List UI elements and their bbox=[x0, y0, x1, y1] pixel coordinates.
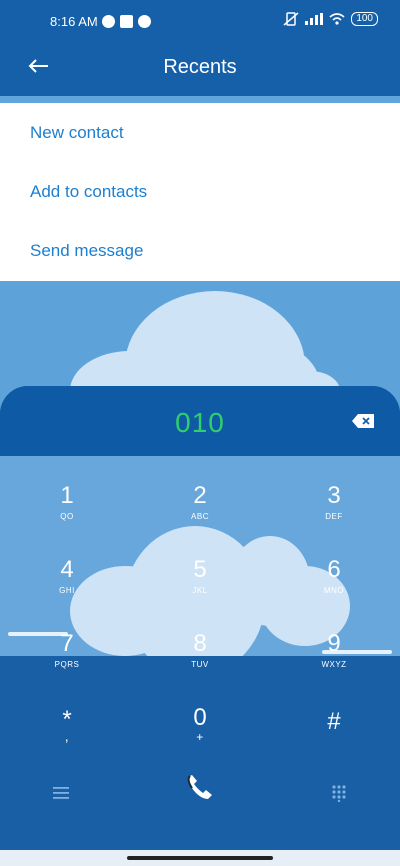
dialpad-icon[interactable] bbox=[331, 784, 347, 802]
key-digit: 2 bbox=[193, 482, 207, 509]
key-3[interactable]: 3 DEF bbox=[294, 482, 374, 521]
key-digit: 0 bbox=[193, 704, 207, 731]
key-letters: , bbox=[64, 728, 70, 744]
menu-icon[interactable] bbox=[53, 786, 69, 800]
key-digit: 6 bbox=[327, 556, 341, 583]
key-letters: DEF bbox=[325, 512, 343, 521]
header: Recents bbox=[0, 44, 400, 92]
key-hash[interactable]: # bbox=[294, 708, 374, 738]
dialed-number: 010 bbox=[175, 407, 225, 438]
key-9[interactable]: 9 WXYZ bbox=[294, 630, 374, 669]
key-letters: PQRS bbox=[54, 660, 80, 669]
status-bar: 8:16 AM 100 bbox=[0, 0, 400, 44]
key-6[interactable]: 6 MNO bbox=[294, 556, 374, 595]
key-digit: 1 bbox=[60, 482, 74, 509]
key-2[interactable]: 2 ABC bbox=[160, 482, 240, 521]
key-8[interactable]: 8 TUV bbox=[160, 630, 240, 669]
key-letters: + bbox=[196, 730, 204, 744]
key-digit: 3 bbox=[327, 482, 341, 509]
key-7[interactable]: 7 PQRS bbox=[27, 630, 107, 669]
key-letters: ABC bbox=[191, 512, 209, 521]
notification-icon bbox=[138, 15, 151, 28]
key-star[interactable]: * , bbox=[27, 706, 107, 744]
number-display: 010 bbox=[0, 386, 400, 456]
key-letters: QO bbox=[60, 512, 74, 521]
key-letters: GHI bbox=[59, 586, 75, 595]
key-digit: 8 bbox=[193, 630, 207, 657]
status-time: 8:16 AM bbox=[50, 14, 98, 29]
keypad-lower-background bbox=[0, 656, 400, 850]
page-title: Recents bbox=[163, 56, 237, 78]
header-divider bbox=[0, 96, 400, 103]
top-bar: 8:16 AM 100 Recents bbox=[0, 0, 400, 97]
home-handle[interactable] bbox=[127, 856, 273, 860]
status-right: 100 bbox=[283, 12, 378, 26]
vibrate-off-icon bbox=[283, 12, 299, 26]
dialer-actions bbox=[0, 768, 400, 818]
key-letters: JKL bbox=[192, 586, 208, 595]
notification-icon bbox=[120, 15, 133, 28]
key-digit: 7 bbox=[60, 630, 74, 657]
send-message-item[interactable]: Send message bbox=[0, 221, 400, 280]
options-menu: New contact Add to contacts Send message bbox=[0, 103, 400, 281]
new-contact-item[interactable]: New contact bbox=[0, 103, 400, 162]
key-letters: TUV bbox=[191, 660, 209, 669]
key-5[interactable]: 5 JKL bbox=[160, 556, 240, 595]
key-letters: MNO bbox=[323, 586, 345, 595]
key-digit: 5 bbox=[193, 556, 207, 583]
wifi-icon bbox=[329, 13, 345, 25]
battery-indicator: 100 bbox=[351, 12, 378, 26]
signal-icon bbox=[305, 13, 324, 25]
key-digit: 4 bbox=[60, 556, 74, 583]
key-0[interactable]: 0 + bbox=[160, 704, 240, 744]
dialer-panel: 010 1 QO 2 ABC 3 DEF 4 GHI 5 JKL 6 MNO 7… bbox=[0, 386, 400, 850]
key-letters: WXYZ bbox=[321, 660, 347, 669]
call-icon[interactable] bbox=[184, 772, 216, 804]
key-1[interactable]: 1 QO bbox=[27, 482, 107, 521]
backspace-icon[interactable] bbox=[352, 414, 374, 428]
key-digit: # bbox=[327, 708, 341, 735]
key-4[interactable]: 4 GHI bbox=[27, 556, 107, 595]
add-to-contacts-item[interactable]: Add to contacts bbox=[0, 162, 400, 221]
notification-icon bbox=[102, 15, 115, 28]
key-digit: 9 bbox=[327, 630, 341, 657]
